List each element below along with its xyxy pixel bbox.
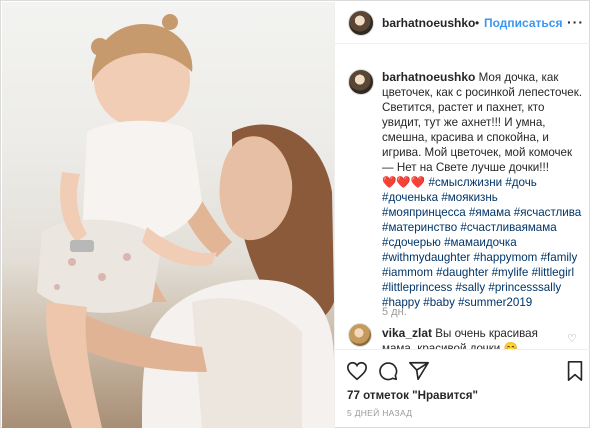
follow-button[interactable]: Подписаться: [484, 16, 562, 30]
caption-timestamp[interactable]: 5 дн.: [382, 306, 407, 318]
caption-username[interactable]: barhatnoeushko: [382, 70, 475, 84]
post-modal: barhatnoeushko • Подписаться ··· barhatn…: [0, 0, 590, 428]
hashtag-link[interactable]: #baby: [423, 296, 455, 309]
caption-text: Моя дочка, как цветочек, как с росинкой …: [382, 71, 583, 174]
post-caption: barhatnoeushko Моя дочка, как цветочек, …: [382, 70, 582, 310]
comments-scroll-area[interactable]: barhatnoeushko Моя дочка, как цветочек, …: [335, 45, 590, 349]
author-username[interactable]: barhatnoeushko: [382, 16, 475, 30]
post-photo[interactable]: [2, 2, 334, 428]
hashtag-link[interactable]: #мояпринцесса: [382, 206, 466, 219]
post-actions-bar: [335, 349, 590, 393]
paper-plane-icon[interactable]: [408, 360, 430, 387]
comment-like-icon[interactable]: ♡: [567, 332, 577, 345]
comment-username[interactable]: vika_zlat: [382, 326, 432, 340]
posted-time[interactable]: 5 ДНЕЙ НАЗАД: [347, 408, 412, 418]
hashtag-link[interactable]: #princesssally: [488, 281, 561, 294]
hashtag-link[interactable]: #счастливаямама: [460, 221, 556, 234]
hashtag-link[interactable]: #withmydaughter: [382, 251, 470, 264]
hashtag-link[interactable]: #смыслжизни: [429, 176, 503, 189]
hashtag-link[interactable]: #sally: [455, 281, 485, 294]
hashtag-link[interactable]: #summer2019: [458, 296, 532, 309]
hashtag-link[interactable]: #ямама: [469, 206, 511, 219]
hashtag-link[interactable]: #happymom: [474, 251, 538, 264]
hashtag-link[interactable]: #ясчастлива: [514, 206, 581, 219]
hashtag-link[interactable]: #сдочерью: [382, 236, 441, 249]
caption-author-avatar[interactable]: [348, 69, 374, 95]
hashtag-link[interactable]: #iammom: [382, 266, 433, 279]
comment-item: vika_zlat Вы очень красивая мама, красив…: [382, 326, 557, 349]
hashtag-link[interactable]: #доченька: [382, 191, 438, 204]
hashtag-link[interactable]: #family: [541, 251, 578, 264]
post-side-panel: barhatnoeushko • Подписаться ··· barhatn…: [334, 2, 590, 428]
post-header: barhatnoeushko • Подписаться ···: [335, 2, 590, 44]
caption-hearts: ❤️❤️❤️: [382, 176, 426, 189]
hashtag-link[interactable]: #littlegirl: [532, 266, 575, 279]
commenter-avatar[interactable]: [348, 323, 372, 347]
mother-daughter-photo: [37, 14, 334, 428]
hashtag-link[interactable]: #материнство: [382, 221, 457, 234]
hashtag-link[interactable]: #littleprincess: [382, 281, 452, 294]
likes-count[interactable]: 77 отметок "Нравится": [347, 389, 478, 402]
like-heart-icon[interactable]: [346, 360, 368, 387]
caption-hashtags: #смыслжизни #дочь #доченька #моякизнь #м…: [382, 176, 581, 309]
hashtag-link[interactable]: #дочь: [505, 176, 537, 189]
hashtag-link[interactable]: #моякизнь: [441, 191, 497, 204]
more-options-icon[interactable]: ···: [567, 14, 584, 30]
hashtag-link[interactable]: #мамаидочка: [444, 236, 517, 249]
comment-bubble-icon[interactable]: [377, 360, 399, 387]
hashtag-link[interactable]: #mylife: [492, 266, 529, 279]
bookmark-icon[interactable]: [566, 360, 584, 387]
author-avatar[interactable]: [348, 10, 374, 36]
hashtag-link[interactable]: #daughter: [436, 266, 488, 279]
header-separator-dot: •: [475, 16, 480, 30]
